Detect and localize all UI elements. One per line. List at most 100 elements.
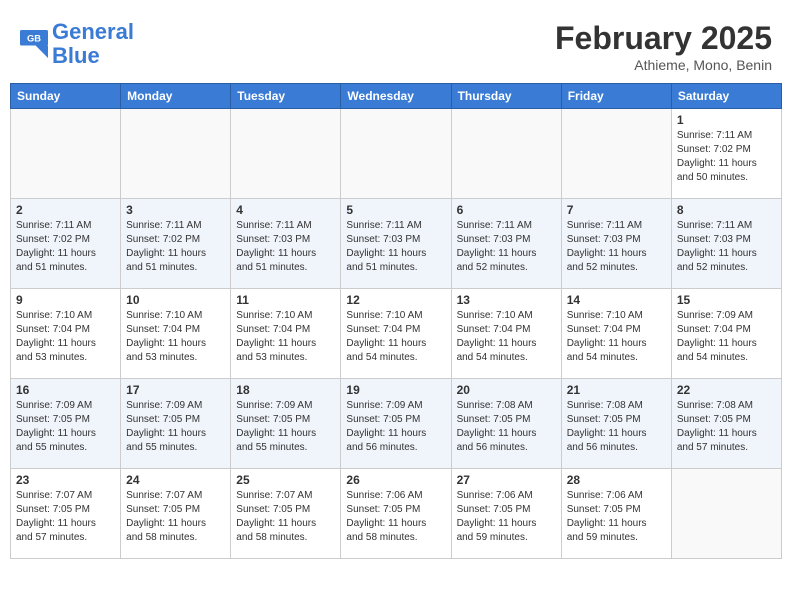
day-number: 4 — [236, 203, 335, 217]
calendar-day-cell — [231, 109, 341, 199]
day-info: Sunrise: 7:11 AM Sunset: 7:03 PM Dayligh… — [457, 219, 556, 275]
day-number: 5 — [346, 203, 445, 217]
day-number: 7 — [567, 203, 666, 217]
calendar-day-cell: 18 Sunrise: 7:09 AM Sunset: 7:05 PM Dayli… — [231, 379, 341, 469]
calendar-day-cell: 5 Sunrise: 7:11 AM Sunset: 7:03 PM Daylig… — [341, 199, 451, 289]
calendar-day-cell: 20 Sunrise: 7:08 AM Sunset: 7:05 PM Dayli… — [451, 379, 561, 469]
day-header-tuesday: Tuesday — [231, 84, 341, 109]
location: Athieme, Mono, Benin — [555, 57, 772, 73]
day-info: Sunrise: 7:09 AM Sunset: 7:05 PM Dayligh… — [126, 399, 225, 455]
day-number: 11 — [236, 293, 335, 307]
day-info: Sunrise: 7:11 AM Sunset: 7:03 PM Dayligh… — [567, 219, 666, 275]
day-info: Sunrise: 7:09 AM Sunset: 7:05 PM Dayligh… — [236, 399, 335, 455]
calendar-day-cell: 26Sunrise: 7:06 AM Sunset: 7:05 PM Dayli… — [341, 469, 451, 559]
calendar-day-cell: 9 Sunrise: 7:10 AM Sunset: 7:04 PM Daylig… — [11, 289, 121, 379]
day-info: Sunrise: 7:10 AM Sunset: 7:04 PM Dayligh… — [567, 309, 666, 365]
day-number: 3 — [126, 203, 225, 217]
day-number: 18 — [236, 383, 335, 397]
title-block: February 2025 Athieme, Mono, Benin — [555, 20, 772, 73]
calendar-day-cell: 14Sunrise: 7:10 AM Sunset: 7:04 PM Dayli… — [561, 289, 671, 379]
day-info: Sunrise: 7:11 AM Sunset: 7:03 PM Dayligh… — [236, 219, 335, 275]
day-number: 27 — [457, 473, 556, 487]
day-number: 8 — [677, 203, 776, 217]
day-header-saturday: Saturday — [671, 84, 781, 109]
calendar-day-cell: 11 Sunrise: 7:10 AM Sunset: 7:04 PM Dayli… — [231, 289, 341, 379]
day-number: 12 — [346, 293, 445, 307]
day-number: 26 — [346, 473, 445, 487]
day-info: Sunrise: 7:10 AM Sunset: 7:04 PM Dayligh… — [457, 309, 556, 365]
calendar-day-cell — [341, 109, 451, 199]
calendar-day-cell: 28 Sunrise: 7:06 AM Sunset: 7:05 PM Dayli… — [561, 469, 671, 559]
day-number: 16 — [16, 383, 115, 397]
day-number: 17 — [126, 383, 225, 397]
day-info: Sunrise: 7:11 AM Sunset: 7:02 PM Dayligh… — [16, 219, 115, 275]
calendar-day-cell: 25 Sunrise: 7:07 AM Sunset: 7:05 PM Dayli… — [231, 469, 341, 559]
calendar-day-cell: 17 Sunrise: 7:09 AM Sunset: 7:05 PM Dayli… — [121, 379, 231, 469]
day-number: 25 — [236, 473, 335, 487]
day-info: Sunrise: 7:10 AM Sunset: 7:04 PM Dayligh… — [126, 309, 225, 365]
day-info: Sunrise: 7:10 AM Sunset: 7:04 PM Dayligh… — [346, 309, 445, 365]
day-number: 2 — [16, 203, 115, 217]
day-header-thursday: Thursday — [451, 84, 561, 109]
day-header-sunday: Sunday — [11, 84, 121, 109]
day-number: 9 — [16, 293, 115, 307]
day-header-monday: Monday — [121, 84, 231, 109]
calendar-day-cell: 12 Sunrise: 7:10 AM Sunset: 7:04 PM Dayli… — [341, 289, 451, 379]
calendar-day-cell: 19Sunrise: 7:09 AM Sunset: 7:05 PM Dayli… — [341, 379, 451, 469]
month-title: February 2025 — [555, 20, 772, 57]
calendar-day-cell: 23 Sunrise: 7:07 AM Sunset: 7:05 PM Dayli… — [11, 469, 121, 559]
day-header-wednesday: Wednesday — [341, 84, 451, 109]
calendar-day-cell: 13 Sunrise: 7:10 AM Sunset: 7:04 PM Dayli… — [451, 289, 561, 379]
day-number: 6 — [457, 203, 556, 217]
day-info: Sunrise: 7:11 AM Sunset: 7:02 PM Dayligh… — [126, 219, 225, 275]
logo-icon: GB — [20, 30, 48, 58]
page-header: GB GeneralBlue February 2025 Athieme, Mo… — [10, 10, 782, 78]
day-info: Sunrise: 7:07 AM Sunset: 7:05 PM Dayligh… — [126, 489, 225, 545]
calendar-day-cell — [11, 109, 121, 199]
day-info: Sunrise: 7:10 AM Sunset: 7:04 PM Dayligh… — [236, 309, 335, 365]
calendar-day-cell: 24 Sunrise: 7:07 AM Sunset: 7:05 PM Dayli… — [121, 469, 231, 559]
day-info: Sunrise: 7:06 AM Sunset: 7:05 PM Dayligh… — [567, 489, 666, 545]
calendar-day-cell — [451, 109, 561, 199]
calendar-week-row: 2 Sunrise: 7:11 AM Sunset: 7:02 PM Daylig… — [11, 199, 782, 289]
calendar-day-cell: 4 Sunrise: 7:11 AM Sunset: 7:03 PM Daylig… — [231, 199, 341, 289]
calendar-day-cell: 7 Sunrise: 7:11 AM Sunset: 7:03 PM Daylig… — [561, 199, 671, 289]
calendar-day-cell — [671, 469, 781, 559]
day-number: 13 — [457, 293, 556, 307]
day-info: Sunrise: 7:11 AM Sunset: 7:03 PM Dayligh… — [677, 219, 776, 275]
day-number: 21 — [567, 383, 666, 397]
day-info: Sunrise: 7:08 AM Sunset: 7:05 PM Dayligh… — [457, 399, 556, 455]
calendar-day-cell: 1 Sunrise: 7:11 AM Sunset: 7:02 PM Daylig… — [671, 109, 781, 199]
day-number: 22 — [677, 383, 776, 397]
day-number: 20 — [457, 383, 556, 397]
day-number: 23 — [16, 473, 115, 487]
calendar-day-cell: 27Sunrise: 7:06 AM Sunset: 7:05 PM Dayli… — [451, 469, 561, 559]
calendar-week-row: 23 Sunrise: 7:07 AM Sunset: 7:05 PM Dayli… — [11, 469, 782, 559]
day-number: 1 — [677, 113, 776, 127]
day-number: 10 — [126, 293, 225, 307]
day-number: 19 — [346, 383, 445, 397]
day-info: Sunrise: 7:10 AM Sunset: 7:04 PM Dayligh… — [16, 309, 115, 365]
calendar-day-cell: 15 Sunrise: 7:09 AM Sunset: 7:04 PM Dayli… — [671, 289, 781, 379]
day-info: Sunrise: 7:09 AM Sunset: 7:05 PM Dayligh… — [16, 399, 115, 455]
calendar-day-cell: 3 Sunrise: 7:11 AM Sunset: 7:02 PM Daylig… — [121, 199, 231, 289]
day-info: Sunrise: 7:11 AM Sunset: 7:02 PM Dayligh… — [677, 129, 776, 185]
day-info: Sunrise: 7:08 AM Sunset: 7:05 PM Dayligh… — [567, 399, 666, 455]
day-info: Sunrise: 7:11 AM Sunset: 7:03 PM Dayligh… — [346, 219, 445, 275]
day-header-friday: Friday — [561, 84, 671, 109]
day-info: Sunrise: 7:08 AM Sunset: 7:05 PM Dayligh… — [677, 399, 776, 455]
calendar-day-cell: 16 Sunrise: 7:09 AM Sunset: 7:05 PM Dayli… — [11, 379, 121, 469]
day-number: 24 — [126, 473, 225, 487]
day-number: 28 — [567, 473, 666, 487]
calendar-day-cell: 22 Sunrise: 7:08 AM Sunset: 7:05 PM Dayli… — [671, 379, 781, 469]
day-info: Sunrise: 7:09 AM Sunset: 7:04 PM Dayligh… — [677, 309, 776, 365]
logo: GB GeneralBlue — [20, 20, 134, 68]
calendar-table: SundayMondayTuesdayWednesdayThursdayFrid… — [10, 83, 782, 559]
day-info: Sunrise: 7:07 AM Sunset: 7:05 PM Dayligh… — [236, 489, 335, 545]
svg-text:GB: GB — [27, 34, 41, 44]
logo-text: GeneralBlue — [52, 20, 134, 68]
calendar-day-cell: 10 Sunrise: 7:10 AM Sunset: 7:04 PM Dayli… — [121, 289, 231, 379]
day-number: 15 — [677, 293, 776, 307]
day-info: Sunrise: 7:07 AM Sunset: 7:05 PM Dayligh… — [16, 489, 115, 545]
calendar-day-cell: 8 Sunrise: 7:11 AM Sunset: 7:03 PM Daylig… — [671, 199, 781, 289]
